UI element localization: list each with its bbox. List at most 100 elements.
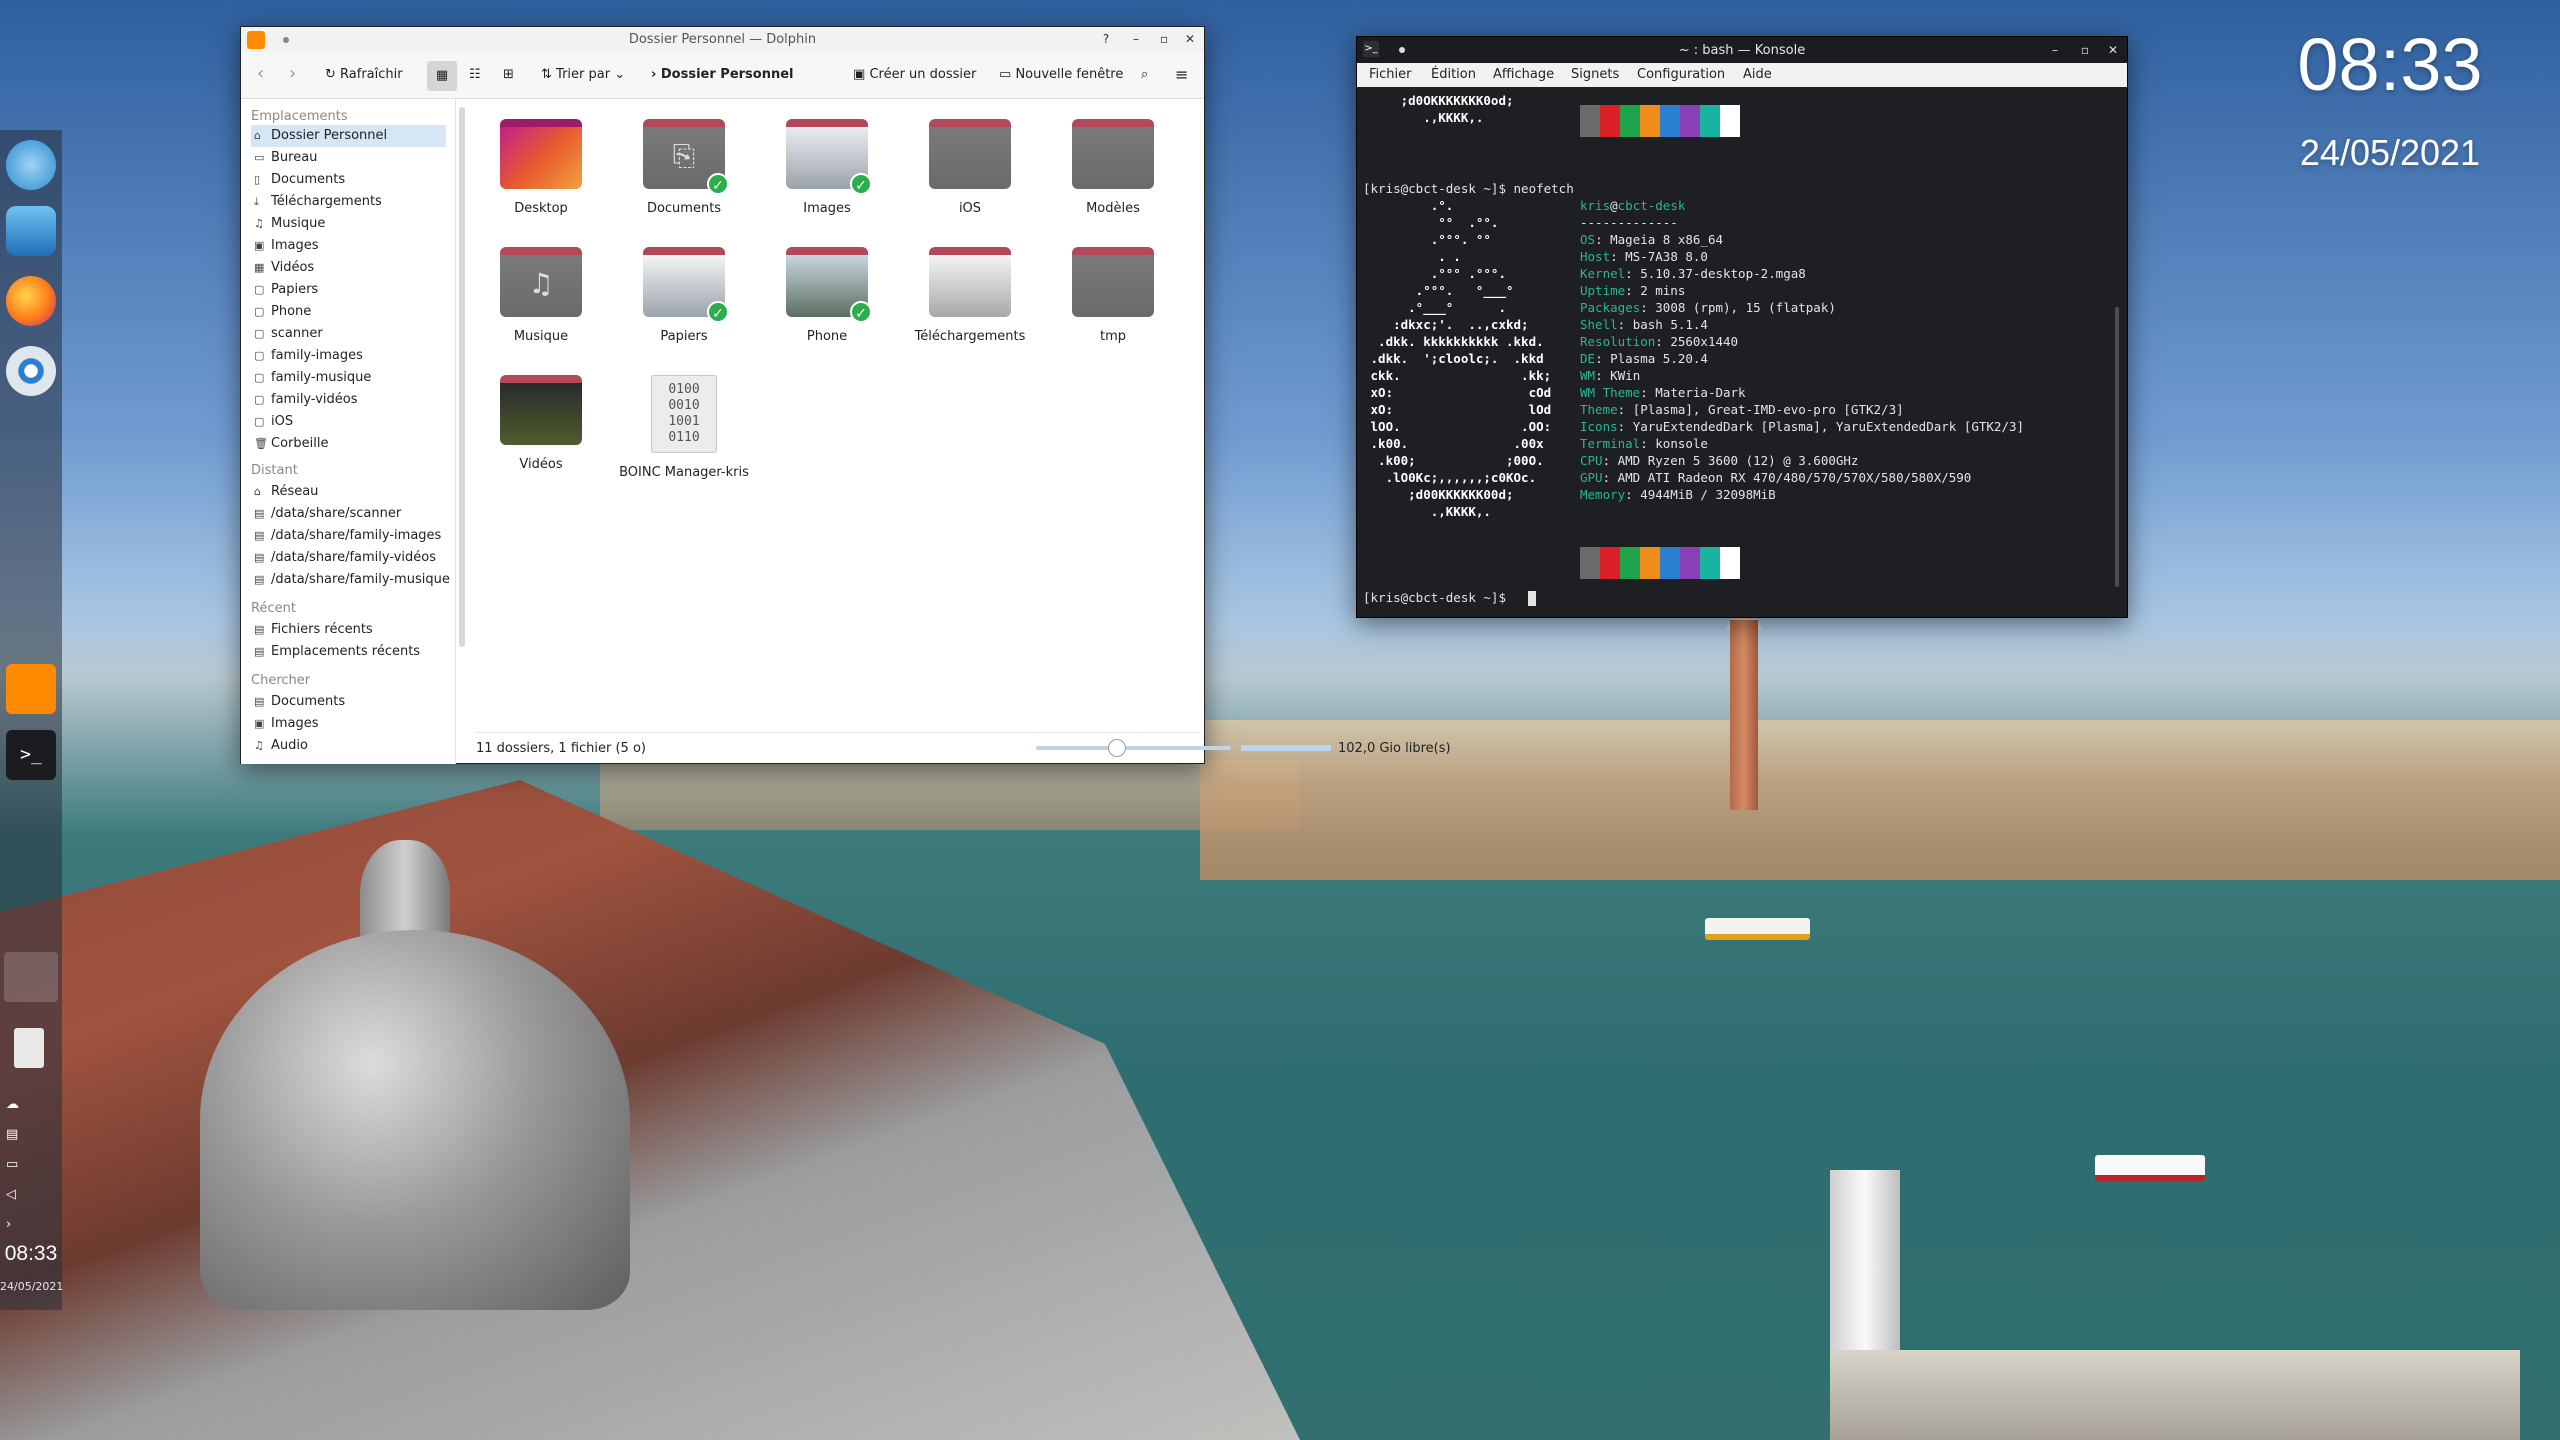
help-button[interactable]: ?	[1098, 31, 1114, 47]
konsole-titlebar[interactable]: >_ ~ : bash — Konsole – ▫ ✕	[1357, 37, 2127, 63]
search-item[interactable]: ▤ Documents	[251, 691, 446, 713]
file-item[interactable]: Vidéos	[476, 375, 606, 472]
back-icon[interactable]: ‹	[257, 63, 264, 84]
file-item[interactable]: 0100 0010 1001 0110 BOINC Manager-kris	[619, 375, 749, 480]
file-item[interactable]: ✓ Papiers	[619, 247, 749, 344]
place-item[interactable]: ▢ scanner	[251, 323, 446, 345]
wallpaper-city-left	[600, 760, 1300, 830]
place-item[interactable]: ▯ Documents	[251, 169, 446, 191]
menu-item-edit[interactable]: Édition	[1431, 67, 1476, 82]
place-item[interactable]: ♫ Musique	[251, 213, 446, 235]
trash-icon[interactable]	[14, 1028, 44, 1068]
place-item[interactable]: ▣ Images	[251, 235, 446, 257]
search-item[interactable]: ▣ Images	[251, 713, 446, 735]
konsole-task-icon[interactable]: >_	[6, 730, 56, 780]
place-item[interactable]: ▭ Bureau	[251, 147, 446, 169]
expand-tray-icon[interactable]: ›	[6, 1218, 20, 1232]
zoom-slider[interactable]	[1036, 746, 1231, 750]
file-item[interactable]: ✓ Phone	[762, 247, 892, 344]
refresh-button[interactable]: ↻ Rafraîchir	[325, 67, 403, 82]
place-item[interactable]: ▦ Vidéos	[251, 257, 446, 279]
menu-item-file[interactable]: Fichier	[1369, 67, 1412, 82]
maximize-button[interactable]: ▫	[2077, 42, 2093, 58]
file-item[interactable]: Téléchargements	[905, 247, 1035, 344]
system-info-line: Uptime: 2 mins	[1580, 283, 1685, 298]
remote-item[interactable]: ▤/data/share/scanner	[251, 503, 446, 525]
palette-swatch	[1720, 547, 1740, 579]
new-folder-button[interactable]: ▣ Créer un dossier	[853, 67, 976, 82]
place-item[interactable]: ⤓ Téléchargements	[251, 191, 446, 213]
forward-icon[interactable]: ›	[289, 63, 296, 84]
remote-item[interactable]: ▤/data/share/family-images	[251, 525, 446, 547]
ascii-art-line: .dkk. ';cloolc;. .kkd	[1363, 351, 1544, 366]
sort-button[interactable]: ⇅ Trier par ⌄	[541, 67, 625, 82]
clipboard-icon[interactable]: ▤	[6, 1128, 20, 1142]
hamburger-menu-icon[interactable]: ≡	[1175, 65, 1188, 84]
details-view-icon[interactable]: ⊞	[503, 67, 514, 82]
remote-item[interactable]: ▤/data/share/family-vidéos	[251, 547, 446, 569]
file-item[interactable]: ✓ Images	[762, 119, 892, 216]
launcher-icon[interactable]	[6, 140, 56, 190]
file-item[interactable]: ♫ Musique	[476, 247, 606, 344]
place-item[interactable]: ▢ iOS	[251, 411, 446, 433]
network-icon[interactable]: ☁	[6, 1098, 20, 1112]
close-button[interactable]: ✕	[1182, 31, 1198, 47]
place-item[interactable]: 🗑 Corbeille	[251, 433, 446, 455]
palette-swatch	[1640, 547, 1660, 579]
file-item[interactable]: ⎘ ✓ Documents	[619, 119, 749, 216]
info-value: : konsole	[1640, 436, 1708, 451]
system-info-line: Host: MS-7A38 8.0	[1580, 249, 1708, 264]
place-item[interactable]: ▢ family-vidéos	[251, 389, 446, 411]
pager-widget[interactable]	[4, 952, 58, 1002]
info-value: : 3008 (rpm), 15 (flatpak)	[1640, 300, 1836, 315]
ascii-art-line: .°°°. °°	[1363, 232, 1491, 247]
new-window-button[interactable]: ▭ Nouvelle fenêtre	[999, 67, 1123, 82]
minimize-button[interactable]: –	[2047, 42, 2063, 58]
dolphin-task-icon[interactable]	[6, 664, 56, 714]
konsole-scrollbar[interactable]	[2115, 307, 2119, 587]
minimize-button[interactable]: –	[1128, 31, 1144, 47]
place-item[interactable]: ▢ family-images	[251, 345, 446, 367]
video-icon: ▦	[254, 261, 265, 274]
search-item[interactable]: ♫ Audio	[251, 735, 446, 757]
menu-item-bookmarks[interactable]: Signets	[1571, 67, 1619, 82]
place-item[interactable]: ⌂ Dossier Personnel	[251, 125, 446, 147]
maximize-button[interactable]: ▫	[1156, 31, 1172, 47]
compact-view-icon[interactable]: ☷	[469, 67, 481, 82]
dolphin-titlebar[interactable]: Dossier Personnel — Dolphin ? – ▫ ✕	[241, 27, 1204, 53]
icons-view-icon[interactable]: ▦	[427, 61, 457, 91]
place-item[interactable]: ▢ family-musique	[251, 367, 446, 389]
places-scrollbar[interactable]	[459, 107, 465, 647]
file-item[interactable]: Modèles	[1048, 119, 1178, 216]
dolphin-title: Dossier Personnel — Dolphin	[628, 32, 817, 47]
menu-item-view[interactable]: Affichage	[1493, 67, 1554, 82]
places-section-title: Emplacements	[251, 109, 348, 124]
display-icon[interactable]: ▭	[6, 1158, 20, 1172]
recent-item[interactable]: ▤ Fichiers récents	[251, 619, 446, 641]
terminal-output[interactable]: ;d0OKKKKKKK0od; .,KKKK,. [kris@cbct-desk…	[1357, 87, 2127, 617]
file-item[interactable]: Desktop	[476, 119, 606, 216]
recent-item[interactable]: ▤ Emplacements récents	[251, 641, 446, 663]
menu-item-settings[interactable]: Configuration	[1637, 67, 1725, 82]
file-item[interactable]: iOS	[905, 119, 1035, 216]
documents-folder-icon: ⎘ ✓	[643, 119, 729, 195]
info-value: : 5.10.37-desktop-2.mga8	[1625, 266, 1806, 281]
volume-icon[interactable]: ◁	[6, 1188, 20, 1202]
place-item[interactable]: ▢ Phone	[251, 301, 446, 323]
chromium-icon[interactable]	[6, 346, 56, 396]
file-item[interactable]: tmp	[1048, 247, 1178, 344]
place-item[interactable]: ▢ Papiers	[251, 279, 446, 301]
firefox-icon[interactable]	[6, 276, 56, 326]
breadcrumb[interactable]: › Dossier Personnel	[651, 67, 794, 82]
panel-clock[interactable]: 08:33	[0, 1242, 62, 1266]
system-info-line: Memory: 4944MiB / 32098MiB	[1580, 487, 1776, 502]
remote-item[interactable]: ▤/data/share/family-musique	[251, 569, 450, 591]
search-icon[interactable]: ⌕	[1141, 67, 1148, 82]
dolphin-app-icon[interactable]	[6, 206, 56, 256]
remote-item[interactable]: ⌂ Réseau	[251, 481, 446, 503]
zoom-slider-handle[interactable]	[1108, 739, 1126, 757]
ascii-art-line: .°.	[1363, 198, 1454, 213]
close-button[interactable]: ✕	[2105, 42, 2121, 58]
info-value: : KWin	[1595, 368, 1641, 383]
menu-item-help[interactable]: Aide	[1743, 67, 1772, 82]
